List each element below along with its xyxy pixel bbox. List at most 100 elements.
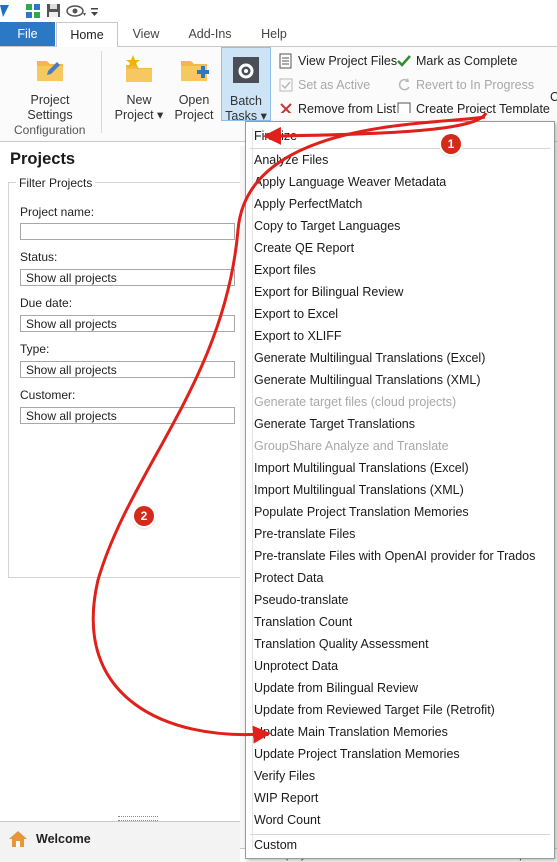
open-project-icon [181,61,209,81]
menu-item-groupshare-analyze-and-translate[interactable]: GroupShare Analyze and Translate [246,435,554,457]
remove-from-list-label: Remove from List [298,102,396,113]
menu-item-generate-target-translations[interactable]: Generate Target Translations [246,413,554,435]
menu-item-translation-quality-assessment[interactable]: Translation Quality Assessment [246,633,554,655]
view-project-files-label: View Project Files [298,54,398,68]
revert-to-in-progress-button[interactable]: Revert to In Progress [396,75,534,95]
new-project-icon [126,55,152,82]
new-project-label-line2: Project ▾ [114,108,164,122]
create-project-template-label: Create Project Template [416,102,550,113]
preview-eye-icon[interactable] [66,3,86,18]
menu-item-update-from-bilingual-review[interactable]: Update from Bilingual Review [246,677,554,699]
batch-tasks-label-line1: Batch [230,94,262,108]
batch-tasks-menu: Finalize Analyze Files Apply Language Weav… [245,121,555,859]
save-icon[interactable] [46,3,61,18]
ribbon-cut-off-label: C [550,90,557,104]
menu-item-export-files[interactable]: Export files [246,259,554,281]
menu-item-create-qe-report[interactable]: Create QE Report [246,237,554,259]
menu-item-finalize[interactable]: Finalize [246,125,554,147]
menu-item-copy-to-target-languages[interactable]: Copy to Target Languages [246,215,554,237]
menu-item-export-to-excel[interactable]: Export to Excel [246,303,554,325]
nav-welcome-label: Welcome [36,832,91,846]
menu-item-unprotect-data[interactable]: Unprotect Data [246,655,554,677]
status-label: Status: [20,250,58,264]
view-project-files-button[interactable]: View Project Files [278,51,397,71]
menu-item-analyze-files[interactable]: Analyze Files [246,149,554,171]
file-icon [279,53,292,69]
open-project-label-line1: Open [178,93,210,107]
tab-file[interactable]: File [0,22,55,46]
menu-item-import-multilingual-translations-excel[interactable]: Import Multilingual Translations (Excel) [246,457,554,479]
menu-item-populate-project-translation-memories[interactable]: Populate Project Translation Memories [246,501,554,523]
batch-tasks-button[interactable]: Batch Tasks ▾ [221,47,271,123]
menu-item-protect-data[interactable]: Protect Data [246,567,554,589]
menu-item-translation-count[interactable]: Translation Count [246,611,554,633]
mark-complete-icon [397,55,411,67]
menu-item-apply-perfectmatch[interactable]: Apply PerfectMatch [246,193,554,215]
customize-toolbar-icon[interactable] [90,3,100,18]
step-badge-1: 1 [441,134,461,154]
tab-help[interactable]: Help [250,22,298,46]
revert-icon [398,78,410,91]
projects-panel: Projects Filter Projects Project name: S… [0,146,250,821]
mark-as-complete-button[interactable]: Mark as Complete [396,51,517,71]
status-select[interactable]: Show all projects [20,269,235,286]
set-as-active-button[interactable]: Set as Active [278,75,370,95]
menu-item-apply-language-weaver-metadata[interactable]: Apply Language Weaver Metadata [246,171,554,193]
windows-grid-icon[interactable] [25,3,41,18]
menu-item-wip-report[interactable]: WIP Report [246,787,554,809]
batch-tasks-gear-icon [233,57,259,83]
project-settings-icon [37,61,63,81]
menu-item-import-multilingual-translations-xml[interactable]: Import Multilingual Translations (XML) [246,479,554,501]
customer-label: Customer: [20,388,76,402]
project-settings-label-line2: Settings [27,108,73,122]
menu-item-export-for-bilingual-review[interactable]: Export for Bilingual Review [246,281,554,303]
tab-home[interactable]: Home [56,22,118,48]
menu-item-generate-multilingual-translations-excel[interactable]: Generate Multilingual Translations (Exce… [246,347,554,369]
tab-view[interactable]: View [122,22,170,46]
tab-add-ins[interactable]: Add-Ins [178,22,242,46]
open-project-button[interactable]: Open Project [170,53,218,123]
type-select[interactable]: Show all projects [20,361,235,378]
menu-item-pseudo-translate[interactable]: Pseudo-translate [246,589,554,611]
new-project-button[interactable]: New Project ▾ [108,53,170,123]
project-settings-button[interactable]: Project Settings [16,53,84,123]
menu-item-generate-target-files-cloud-projects[interactable]: Generate target files (cloud projects) [246,391,554,413]
menu-item-export-to-xliff[interactable]: Export to XLIFF [246,325,554,347]
menu-item-word-count[interactable]: Word Count [246,809,554,831]
menu-item-update-from-reviewed-target-file-retrofit[interactable]: Update from Reviewed Target File (Retrof… [246,699,554,721]
menu-item-update-project-translation-memories[interactable]: Update Project Translation Memories [246,743,554,765]
due-date-label: Due date: [20,296,73,310]
filter-projects-legend: Filter Projects [16,176,96,190]
page-title: Projects [10,150,76,168]
home-icon [9,831,27,847]
menu-item-pre-translate-files[interactable]: Pre-translate Files [246,523,554,545]
set-active-icon [279,78,293,92]
step-badge-2: 2 [134,506,154,526]
new-project-label-line1: New [126,93,152,107]
template-icon [397,102,411,113]
filter-projects-fieldset [8,182,250,578]
project-name-label: Project name: [20,205,95,219]
open-project-label-line2: Project [174,108,214,122]
ribbon-tab-strip: File Home View Add-Ins Help [0,22,557,48]
remove-from-list-button[interactable]: Remove from List [278,99,396,113]
mark-as-complete-label: Mark as Complete [416,54,518,68]
ribbon-separator [101,51,102,133]
remove-icon [280,103,292,113]
type-label: Type: [20,342,50,356]
quick-access-toolbar [0,0,557,22]
menu-item-verify-files[interactable]: Verify Files [246,765,554,787]
menu-item-custom[interactable]: Custom [246,834,554,856]
revert-to-in-progress-label: Revert to In Progress [416,78,535,92]
project-settings-label-line1: Project [30,93,70,107]
create-project-template-button[interactable]: Create Project Template [396,99,550,113]
nav-welcome[interactable]: Welcome [0,821,240,862]
app-logo-icon [0,5,9,17]
menu-item-generate-multilingual-translations-xml[interactable]: Generate Multilingual Translations (XML) [246,369,554,391]
menu-item-update-main-translation-memories[interactable]: Update Main Translation Memories [246,721,554,743]
project-name-input[interactable] [20,223,235,240]
menu-item-pre-translate-files-with-openai-provider-for-trados[interactable]: Pre-translate Files with OpenAI provider… [246,545,554,567]
configuration-group-label: Configuration [14,123,86,137]
customer-select[interactable]: Show all projects [20,407,235,424]
due-date-select[interactable]: Show all projects [20,315,235,332]
